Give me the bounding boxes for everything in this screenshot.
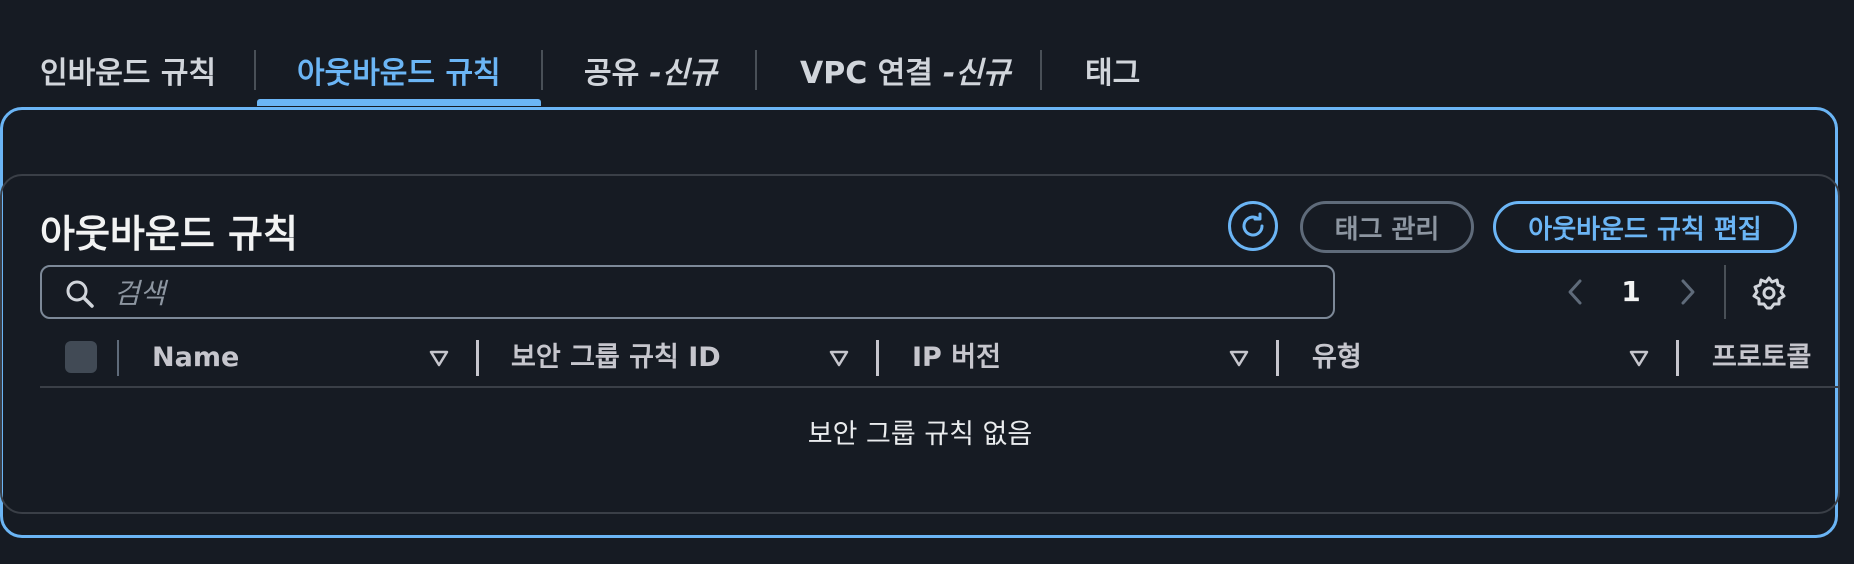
section-title: 아웃바운드 규칙 [40,212,298,256]
tab-divider [254,50,256,90]
sort-down-icon[interactable] [828,347,850,369]
chevron-right-icon [1681,279,1695,305]
manage-tags-button[interactable]: 태그 관리 [1300,201,1474,253]
column-resizer[interactable] [1676,340,1679,376]
edit-outbound-rules-button[interactable]: 아웃바운드 규칙 편집 [1493,201,1797,253]
tab-inbound-rules[interactable]: 인바운드 규칙 [40,44,216,96]
sort-down-icon[interactable] [1228,347,1250,369]
manage-tags-label: 태그 관리 [1334,214,1440,245]
tab-divider [541,50,543,90]
column-resizer[interactable] [876,340,879,376]
search-input[interactable] [112,267,1316,319]
tab-sharing[interactable]: 공유 -신규 [584,44,717,96]
table-settings-button[interactable] [1750,274,1788,312]
column-separator [117,340,119,376]
empty-state-message: 보안 그룹 규칙 없음 [807,419,1033,450]
select-all-checkbox[interactable] [65,341,97,373]
column-header-ip-version[interactable]: IP 버전 [912,340,1001,376]
tab-label: 인바운드 규칙 [40,56,217,91]
tab-label: 공유 [584,56,640,91]
tab-vpc-associations[interactable]: VPC 연결 -신규 [800,44,1011,96]
previous-page-button[interactable] [1560,274,1590,310]
column-header-type[interactable]: 유형 [1312,340,1362,376]
pager-divider [1724,265,1726,319]
tab-label: VPC 연결 [800,56,933,91]
column-header-protocol[interactable]: 프로토콜 [1712,340,1811,376]
sort-down-icon[interactable] [428,347,450,369]
column-resizer[interactable] [1276,340,1279,376]
tab-divider [755,50,757,90]
tab-tags[interactable]: 태그 [1085,44,1140,96]
column-header-rule-id[interactable]: 보안 그룹 규칙 ID [511,340,721,376]
page-number[interactable]: 1 [1620,272,1642,312]
next-page-button[interactable] [1673,274,1703,310]
tab-label: 태그 [1085,56,1141,91]
chevron-left-icon [1568,279,1582,305]
refresh-button[interactable] [1228,201,1278,251]
search-field [40,265,1335,319]
new-tag: -신규 [649,56,717,91]
column-resizer[interactable] [476,340,479,376]
edit-outbound-rules-label: 아웃바운드 규칙 편집 [1528,214,1762,245]
search-icon [66,280,94,308]
refresh-icon [1242,212,1264,237]
gear-icon [1752,276,1786,310]
active-tab-indicator [257,99,541,106]
tab-label: 아웃바운드 규칙 [297,56,501,91]
new-tag: -신규 [942,56,1011,91]
tab-divider [1040,50,1042,90]
column-header-name[interactable]: Name [152,340,239,376]
table-header-divider [40,386,1840,388]
tab-outbound-rules[interactable]: 아웃바운드 규칙 [297,44,501,96]
sort-down-icon[interactable] [1628,347,1650,369]
tab-bar: 인바운드 규칙 아웃바운드 규칙 공유 -신규 VPC 연결 -신규 태그 [0,0,1854,108]
